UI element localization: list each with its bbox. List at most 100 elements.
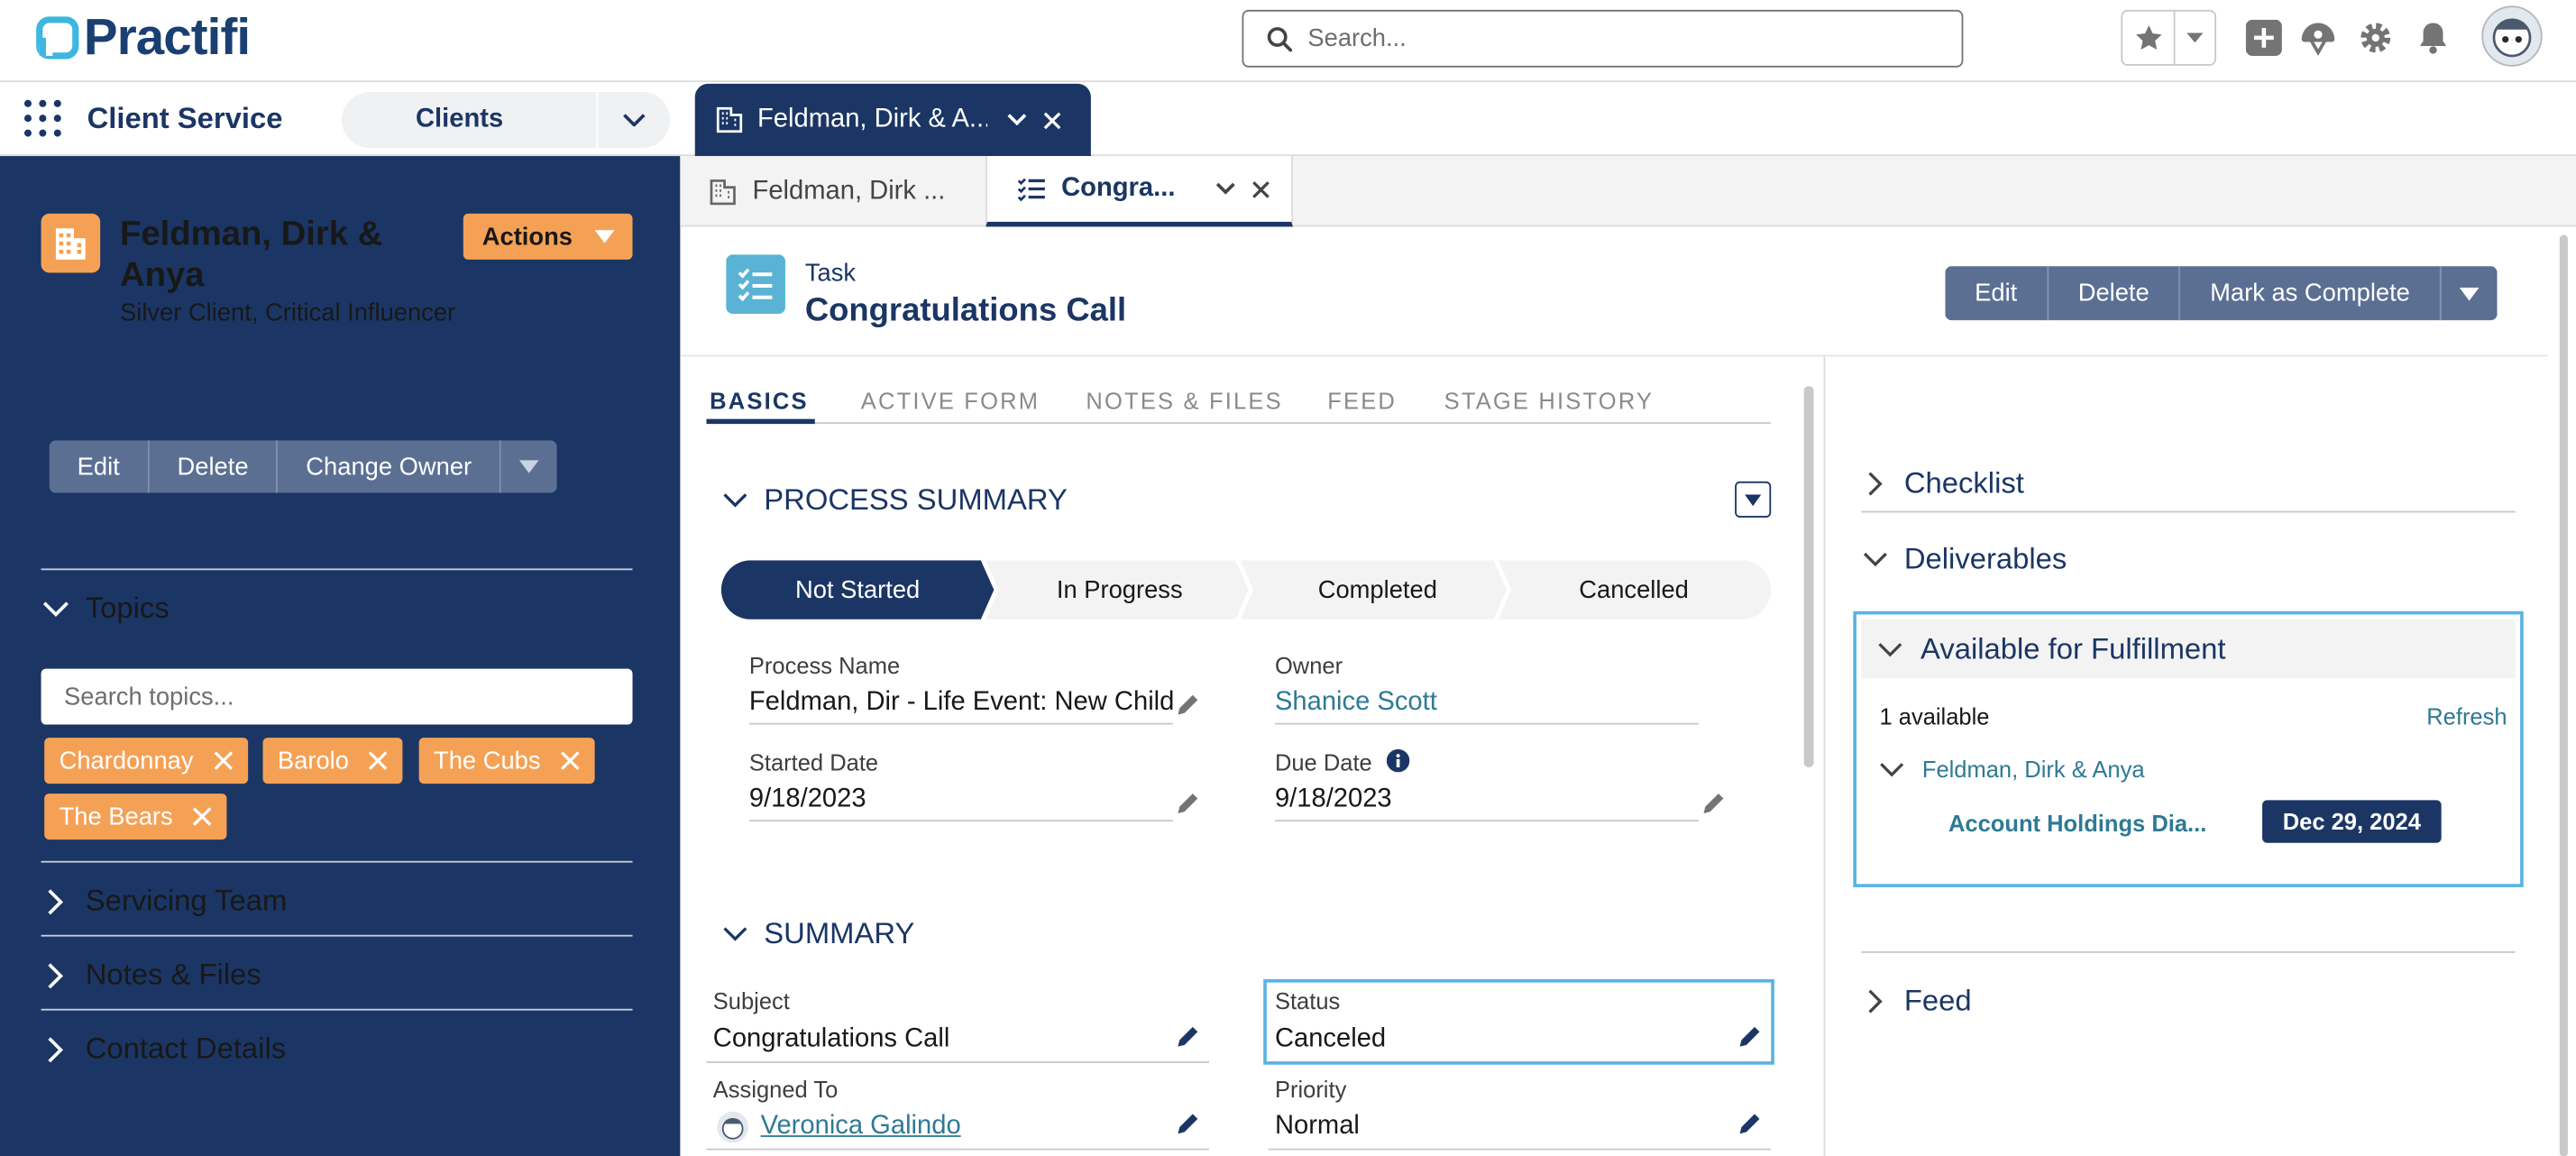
remove-topic-button[interactable] <box>213 751 233 771</box>
feed-title: Feed <box>1903 984 1972 1017</box>
divider <box>41 568 633 571</box>
nav-select-dropdown[interactable] <box>598 114 670 127</box>
remove-topic-button[interactable] <box>193 807 213 827</box>
favorites-dropdown-button[interactable] <box>2176 12 2214 64</box>
fulfillment-refresh-link[interactable]: Refresh <box>2426 703 2507 729</box>
record-delete-button[interactable]: Delete <box>2048 266 2181 321</box>
fulfillment-item-link[interactable]: Account Holdings Dia... <box>1948 810 2206 836</box>
chevron-down-icon <box>1880 762 1904 776</box>
contact-details-section-toggle[interactable]: Contact Details <box>41 1032 287 1066</box>
process-name-value: Feldman, Dir - Life Event: New Child <box>748 688 1175 717</box>
feed-toggle[interactable]: Feed <box>1861 984 1972 1018</box>
chevron-down-icon <box>1878 642 1902 656</box>
subtab-menu[interactable] <box>1215 182 1235 196</box>
field-underline <box>748 722 1173 725</box>
chevron-down-icon <box>623 114 646 127</box>
topic-tag-label: The Bears <box>59 803 173 831</box>
edit-subject-button[interactable] <box>1177 1025 1200 1049</box>
summary-toggle[interactable]: SUMMARY <box>723 917 914 951</box>
field-underline <box>1274 722 1700 725</box>
edit-assigned-to-button[interactable] <box>1177 1113 1200 1136</box>
object-nav-label: Clients <box>415 105 504 133</box>
edit-priority-button[interactable] <box>1738 1113 1762 1136</box>
global-search-input[interactable]: Search... <box>1242 9 1964 68</box>
subtab-task[interactable]: Congra... <box>985 156 1293 227</box>
global-actions-button[interactable] <box>2244 18 2284 58</box>
object-nav-select[interactable]: Clients <box>341 92 671 148</box>
servicing-team-section-toggle[interactable]: Servicing Team <box>41 884 288 918</box>
edit-due-date-button[interactable] <box>1702 792 1726 815</box>
subtab-close[interactable] <box>1251 180 1270 198</box>
edit-started-date-button[interactable] <box>1177 792 1200 815</box>
chevron-right-icon <box>48 962 63 988</box>
account-delete-button[interactable]: Delete <box>149 440 279 493</box>
favorite-star-button[interactable] <box>2122 11 2177 65</box>
chevron-down-icon <box>42 601 69 617</box>
assigned-to-link[interactable]: Veronica Galindo <box>761 1113 961 1142</box>
topics-title: Topics <box>85 591 170 625</box>
change-owner-button[interactable]: Change Owner <box>278 440 501 493</box>
tab-stage-history[interactable]: STAGE HISTORY <box>1444 388 1655 414</box>
topics-search-input[interactable]: Search topics... <box>41 668 633 725</box>
fulfillment-group-toggle[interactable]: Feldman, Dirk & Anya <box>1879 756 2145 782</box>
due-date-help[interactable] <box>1386 748 1410 773</box>
avatar-icon <box>2481 5 2543 67</box>
gear-icon <box>2361 23 2391 53</box>
active-tab-indicator <box>706 418 815 425</box>
deliverables-toggle[interactable]: Deliverables <box>1861 542 2067 576</box>
practifi-logo[interactable]: Practifi <box>36 9 251 66</box>
remove-topic-button[interactable] <box>560 751 580 771</box>
record-edit-button[interactable]: Edit <box>1945 266 2049 321</box>
search-placeholder: Search... <box>1307 24 1407 53</box>
chevron-right-icon <box>48 1036 63 1062</box>
section-title: Notes & Files <box>85 958 261 991</box>
topics-section-toggle[interactable]: Topics <box>41 592 170 626</box>
account-edit-button[interactable]: Edit <box>49 440 150 493</box>
chevron-down-icon <box>1215 182 1235 195</box>
notifications-button[interactable] <box>2414 18 2453 58</box>
deliverables-title: Deliverables <box>1903 542 2067 575</box>
path-step-not-started[interactable]: Not Started <box>721 560 994 619</box>
subtab-account[interactable]: Feldman, Dirk ... <box>680 156 985 226</box>
account-more-actions-button[interactable] <box>500 440 557 493</box>
topic-tag-label: The Cubs <box>434 747 541 775</box>
task-record-icon <box>726 254 785 315</box>
trailhead-button[interactable] <box>2298 18 2338 58</box>
process-summary-toggle[interactable]: PROCESS SUMMARY <box>723 483 1068 518</box>
path-step-in-progress[interactable]: In Progress <box>994 560 1245 619</box>
plus-icon <box>2245 19 2282 56</box>
due-date-label: Due Date <box>1274 748 1372 776</box>
caret-down-icon <box>593 230 614 243</box>
due-date-value: 9/18/2023 <box>1274 784 1392 813</box>
owner-link[interactable]: Shanice Scott <box>1275 688 1437 718</box>
tab-basics[interactable]: BASICS <box>710 388 809 414</box>
edit-process-name-button[interactable] <box>1177 693 1200 717</box>
workspace-tab-close[interactable] <box>1043 111 1061 129</box>
checklist-toggle[interactable]: Checklist <box>1861 466 2024 500</box>
workspace-tab-menu[interactable] <box>1007 114 1027 127</box>
app-launcher-button[interactable] <box>23 98 63 138</box>
setup-button[interactable] <box>2356 18 2396 58</box>
actions-button[interactable]: Actions <box>463 213 633 260</box>
bell-icon <box>2419 23 2447 54</box>
field-underline <box>706 1061 1210 1063</box>
process-summary-menu-button[interactable] <box>1735 481 1772 518</box>
remove-topic-button[interactable] <box>369 751 389 771</box>
fulfillment-toggle[interactable]: Available for Fulfillment <box>1861 619 2516 679</box>
search-icon <box>1267 26 1293 51</box>
tab-active-form[interactable]: ACTIVE FORM <box>861 388 1040 414</box>
page-scrollbar[interactable] <box>2559 234 2568 1156</box>
record-more-actions-button[interactable] <box>2441 266 2498 321</box>
edit-status-button[interactable] <box>1738 1025 1762 1049</box>
user-avatar[interactable] <box>2480 5 2543 67</box>
tab-feed[interactable]: FEED <box>1327 388 1397 414</box>
subtab-label: Congra... <box>1061 174 1176 203</box>
tab-notes-files[interactable]: NOTES & FILES <box>1086 388 1282 414</box>
path-step-completed[interactable]: Completed <box>1251 560 1505 619</box>
avatar-icon <box>717 1111 748 1143</box>
notes-files-section-toggle[interactable]: Notes & Files <box>41 958 261 992</box>
mark-complete-button[interactable]: Mark as Complete <box>2180 266 2442 321</box>
detail-scrollbar[interactable] <box>1803 386 1814 767</box>
workspace-tab-feldman[interactable]: Feldman, Dirk & A... <box>694 83 1091 157</box>
path-step-cancelled[interactable]: Cancelled <box>1507 560 1761 619</box>
